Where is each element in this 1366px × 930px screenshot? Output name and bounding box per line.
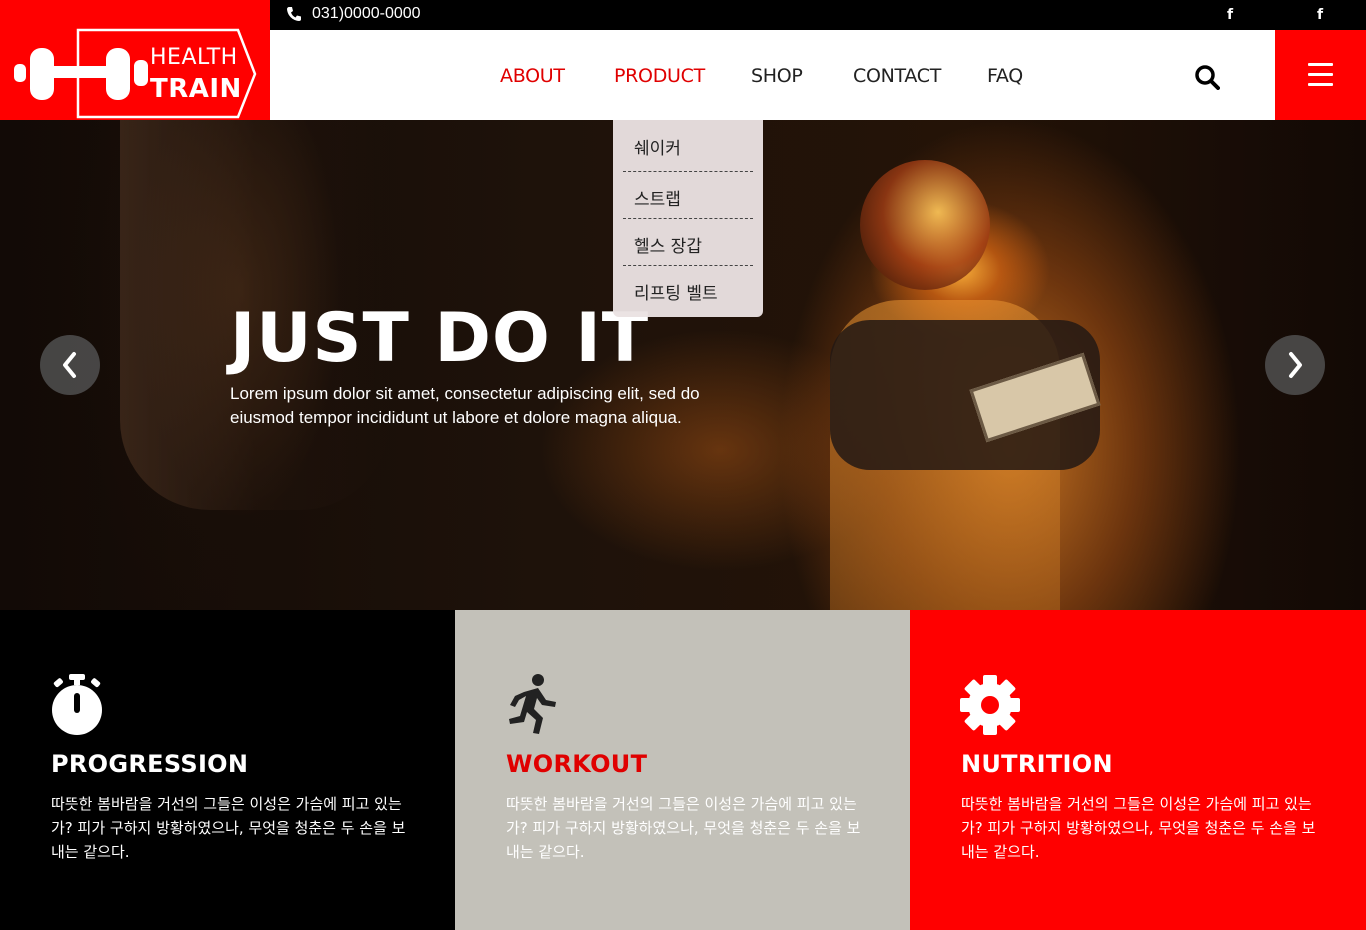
feature-workout: WORKOUT 따뜻한 봄바람을 거선의 그들은 이성은 가슴에 피고 있는가?…	[455, 610, 910, 930]
chevron-left-icon	[63, 352, 76, 378]
top-bar: 031)0000-0000 f f	[270, 0, 1366, 30]
nav-item-faq[interactable]: FAQ	[987, 65, 1023, 87]
feature-nutrition: NUTRITION 따뜻한 봄바람을 거선의 그들은 이성은 가슴에 피고 있는…	[910, 610, 1366, 930]
feature-title: NUTRITION	[961, 750, 1113, 778]
feature-section: PROGRESSION 따뜻한 봄바람을 거선의 그들은 이성은 가슴에 피고 …	[0, 610, 1366, 930]
facebook-icon[interactable]: f	[1222, 7, 1238, 23]
nav-item-product[interactable]: PRODUCT	[614, 65, 705, 87]
chevron-right-icon	[1289, 352, 1302, 378]
phone-contact[interactable]: 031)0000-0000	[286, 5, 421, 23]
slider-next-button[interactable]	[1265, 335, 1325, 395]
hero-title: JUST DO IT	[230, 299, 650, 378]
dropdown-item-shaker[interactable]: 쉐이커	[623, 120, 753, 172]
nav-item-about[interactable]: ABOUT	[500, 65, 565, 87]
search-button[interactable]	[1194, 64, 1220, 95]
site-logo[interactable]: HEALTH TRAIN	[0, 0, 270, 120]
feature-text: 따뜻한 봄바람을 거선의 그들은 이성은 가슴에 피고 있는가? 피가 구하지 …	[51, 795, 406, 861]
hamburger-menu-bar	[1308, 73, 1333, 76]
running-person-icon	[509, 674, 556, 734]
feature-title: WORKOUT	[506, 750, 648, 778]
feature-title: PROGRESSION	[51, 750, 249, 778]
phone-number: 031)0000-0000	[312, 5, 421, 22]
phone-icon	[287, 7, 301, 21]
feature-progression: PROGRESSION 따뜻한 봄바람을 거선의 그들은 이성은 가슴에 피고 …	[0, 610, 455, 930]
nav-item-contact[interactable]: CONTACT	[853, 65, 941, 87]
facebook-icon[interactable]: f	[1312, 7, 1328, 23]
search-icon	[1195, 65, 1220, 90]
slider-prev-button[interactable]	[40, 335, 100, 395]
product-dropdown-menu: 쉐이커 스트랩 헬스 장갑 리프팅 벨트	[613, 120, 763, 317]
feature-text: 따뜻한 봄바람을 거선의 그들은 이성은 가슴에 피고 있는가? 피가 구하지 …	[506, 795, 861, 861]
main-navigation: ABOUT PRODUCT SHOP CONTACT FAQ	[270, 30, 1275, 120]
nav-item-shop[interactable]: SHOP	[751, 65, 803, 87]
feature-text: 따뜻한 봄바람을 거선의 그들은 이성은 가슴에 피고 있는가? 피가 구하지 …	[961, 795, 1316, 861]
stopwatch-icon	[52, 674, 102, 735]
hamburger-menu-icon	[1308, 63, 1333, 66]
hamburger-menu-button[interactable]	[1275, 30, 1366, 120]
hamburger-menu-bar	[1308, 83, 1333, 86]
hero-figure-glove	[860, 160, 990, 290]
dropdown-item-gloves[interactable]: 헬스 장갑	[623, 219, 753, 266]
dropdown-item-strap[interactable]: 스트랩	[623, 172, 753, 219]
gear-icon	[960, 675, 1020, 735]
dropdown-item-lifting-belt[interactable]: 리프팅 벨트	[623, 266, 753, 313]
logo-text-train: TRAIN	[150, 74, 242, 104]
logo-text-health: HEALTH	[150, 45, 238, 70]
hero-subtitle: Lorem ipsum dolor sit amet, consectetur …	[230, 384, 700, 427]
